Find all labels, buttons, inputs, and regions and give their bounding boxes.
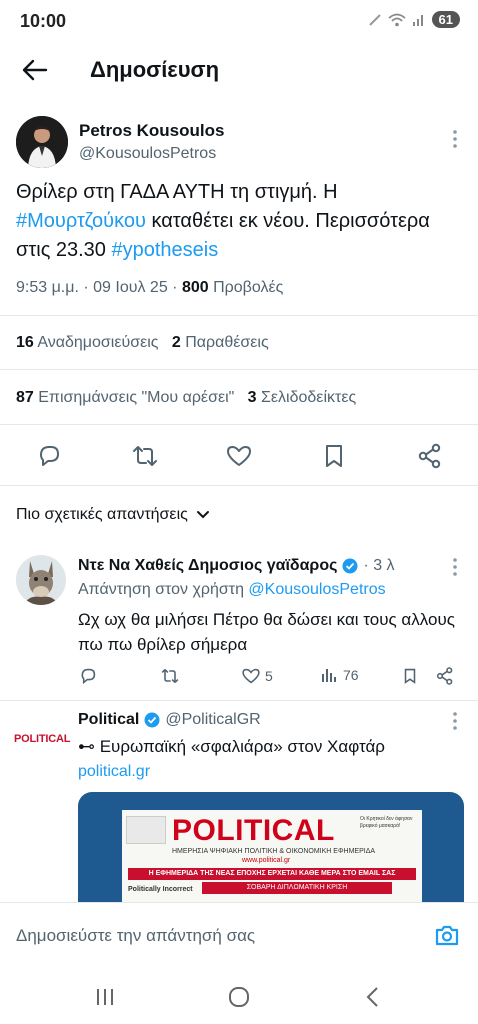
signal-icon [412, 14, 423, 26]
quotes-count[interactable]: 2 [172, 334, 181, 351]
bookmark-icon [404, 668, 416, 684]
reply-author: Political @PoliticalGR [78, 711, 261, 729]
tweet-meta: 9:53 μ.μ. · 09 Ιουλ 25 · 800 Προβολές [16, 279, 283, 297]
reply-actions: 5 76 [78, 666, 468, 690]
system-nav-bar [0, 968, 478, 1024]
paper-redbox: ΣΟΒΑΡΗ ΔΙΠΛΩΜΑΤΙΚΗ ΚΡΙΣΗ [202, 882, 392, 894]
battery-badge: 61 [431, 11, 460, 28]
reply-composer[interactable]: Δημοσιεύστε την απάντησή σας [0, 902, 478, 968]
reply-media-image[interactable]: POLITICAL ΗΜΕΡΗΣΙΑ ΨΗΦΙΑΚΗ ΠΟΛΙΤΙΚΗ & ΟΙ… [78, 792, 464, 902]
page-title: Δημοσίευση [90, 57, 220, 82]
recent-apps-icon[interactable] [92, 984, 118, 1010]
reply-views-count: 76 [343, 667, 359, 683]
reposts-count[interactable]: 16 [16, 334, 34, 351]
reply-author-handle[interactable]: @PoliticalGR [165, 711, 260, 729]
reply-author: Ντε Να Χαθείς Δημοσιος γαϊδαρος · 3 λ [78, 557, 395, 575]
back-arrow-icon[interactable] [20, 56, 50, 84]
reply-link[interactable]: political.gr [78, 763, 150, 781]
bookmarks-count[interactable]: 3 [248, 389, 257, 406]
reply-text: Ωχ ωχ θα μιλήσει Πέτρο θα δώσει και τους… [78, 610, 455, 654]
camera-icon[interactable] [434, 923, 460, 947]
reply-to-handle[interactable]: @KousoulosPetros [248, 581, 385, 598]
stats-row-likes: 87 Επισημάνσεις "Μου αρέσει" 3 Σελιδοδεί… [16, 389, 356, 407]
paper-headline: POLITICAL [172, 814, 335, 847]
likes-count[interactable]: 87 [16, 389, 34, 406]
reply-like-count: 5 [265, 668, 273, 684]
paper-banner: Η ΕΦΗΜΕΡΙΔΑ ΤΗΣ ΝΕΑΣ ΕΠΟΧΗΣ ΕΡΧΕΤΑΙ ΚΑΘΕ… [128, 868, 416, 880]
reply-icon [81, 668, 96, 685]
status-icons: 61 [368, 11, 460, 28]
home-icon[interactable] [226, 984, 252, 1010]
paper-url: www.political.gr [242, 857, 291, 864]
status-bar: 10:00 61 [0, 0, 478, 44]
repost-icon [161, 669, 179, 683]
divider [0, 485, 478, 486]
reply-bookmark-button[interactable] [401, 666, 419, 686]
share-icon[interactable] [416, 442, 444, 470]
paper-badge: Politically Incorrect [128, 886, 193, 893]
views-chart-icon [322, 669, 336, 682]
reply-share-button[interactable] [435, 666, 455, 686]
bookmarks-label[interactable]: Σελιδοδείκτες [261, 389, 356, 406]
views-label: Προβολές [208, 279, 284, 296]
edit-icon [368, 13, 381, 26]
verified-badge-icon [144, 712, 160, 728]
chevron-down-icon [196, 511, 209, 519]
wifi-icon [387, 13, 406, 26]
sort-replies-dropdown[interactable]: Πιο σχετικές απαντήσεις [16, 506, 210, 524]
reply-text: ⊷ Ευρωπαϊκή «σφαλιάρα» στον Χαφτάρ [78, 737, 385, 756]
more-options-icon[interactable] [448, 556, 462, 578]
paper-side-note: Οι Κρητικοί δεν άφησαν βρεφικό μασκαρά! [360, 816, 413, 829]
hashtag-link[interactable]: #ypotheseis [112, 239, 219, 261]
more-options-icon[interactable] [448, 710, 462, 732]
reply-author-name[interactable]: Ντε Να Χαθείς Δημοσιος γαϊδαρος [78, 557, 337, 575]
stats-row-reposts: 16 Αναδημοσιεύσεις 2 Παραθέσεις [16, 334, 269, 352]
author-name[interactable]: Petros Kousoulos [79, 121, 224, 141]
reply-to-line: Απάντηση στον χρήστη @KousoulosPetros [78, 581, 386, 599]
divider [0, 315, 478, 316]
tweet-timestamp: 9:53 μ.μ. · 09 Ιουλ 25 · [16, 279, 182, 296]
bookmark-icon[interactable] [320, 442, 348, 470]
newspaper-front-page: POLITICAL ΗΜΕΡΗΣΙΑ ΨΗΦΙΑΚΗ ΠΟΛΙΤΙΚΗ & ΟΙ… [122, 810, 422, 902]
verified-badge-icon [342, 558, 358, 574]
tweet-text: Θρίλερ στη ΓΑΔΑ ΑΥΤΗ τη στιγμή. Η #Μουρτ… [16, 178, 466, 265]
author-avatar[interactable] [16, 116, 68, 168]
reply-to-prefix: Απάντηση στον χρήστη [78, 581, 249, 598]
paper-thumbnail [126, 816, 166, 844]
sort-label: Πιο σχετικές απαντήσεις [16, 506, 188, 523]
repost-icon[interactable] [131, 442, 159, 470]
reply-icon[interactable] [35, 442, 63, 470]
reply-input-placeholder[interactable]: Δημοσιεύστε την απάντησή σας [16, 926, 255, 946]
reply-author-name[interactable]: Political [78, 711, 139, 729]
top-header: Δημοσίευση [0, 44, 478, 96]
reply-views-button[interactable]: 76 [321, 666, 359, 684]
more-options-icon[interactable] [448, 128, 462, 150]
divider [0, 369, 478, 370]
like-heart-icon[interactable] [225, 442, 253, 470]
hashtag-link[interactable]: #Μουρτζούκου [16, 210, 146, 232]
divider [0, 700, 478, 701]
reply-like-button[interactable]: 5 [241, 666, 273, 686]
political-avatar[interactable]: POLITICAL [14, 733, 70, 745]
divider [0, 424, 478, 425]
quotes-label[interactable]: Παραθέσεις [185, 334, 268, 351]
reply-time: · 3 λ [363, 557, 395, 574]
reply-avatar[interactable] [16, 555, 66, 605]
reply-reply-button[interactable] [78, 666, 98, 686]
share-icon [436, 667, 453, 685]
status-time: 10:00 [20, 11, 67, 31]
tweet-actions [0, 436, 478, 476]
reply-repost-button[interactable] [160, 666, 180, 686]
tweet-text-part: Θρίλερ στη ΓΑΔΑ ΑΥΤΗ τη στιγμή. Η [16, 181, 338, 203]
nav-back-icon[interactable] [360, 984, 386, 1010]
views-count: 800 [181, 279, 209, 296]
like-heart-icon [242, 668, 260, 684]
likes-label[interactable]: Επισημάνσεις "Μου αρέσει" [38, 389, 234, 406]
reposts-label[interactable]: Αναδημοσιεύσεις [37, 334, 158, 351]
paper-subtitle: ΗΜΕΡΗΣΙΑ ΨΗΦΙΑΚΗ ΠΟΛΙΤΙΚΗ & ΟΙΚΟΝΟΜΙΚΗ Ε… [172, 848, 376, 855]
author-handle[interactable]: @KousoulosPetros [79, 145, 216, 163]
